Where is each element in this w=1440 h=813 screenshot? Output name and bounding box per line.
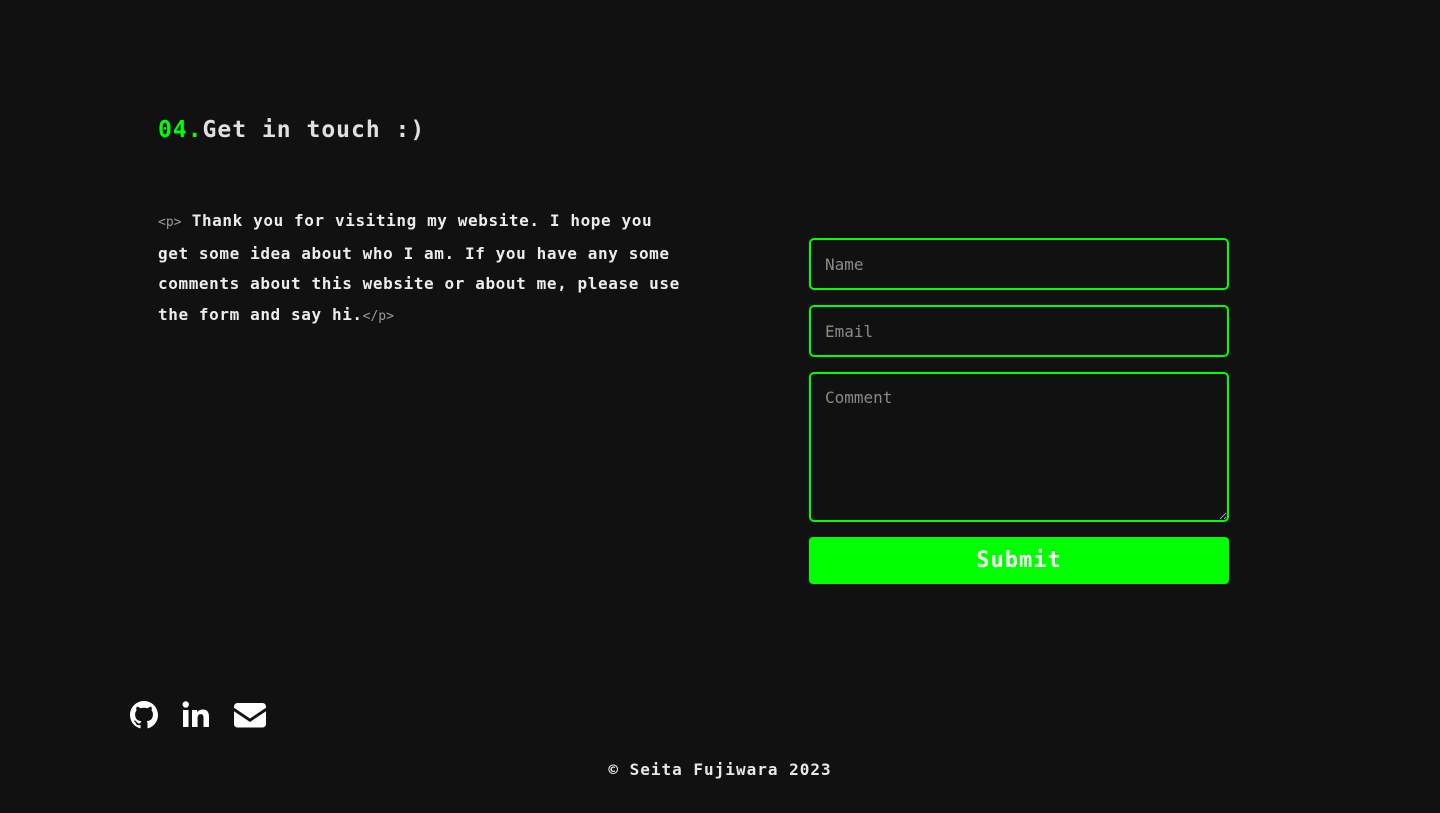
github-icon xyxy=(130,701,158,729)
linkedin-icon xyxy=(182,701,209,727)
envelope-icon xyxy=(234,703,266,728)
linkedin-link[interactable] xyxy=(182,700,210,730)
section-title: 04.Get in touch :) xyxy=(158,114,425,146)
name-input[interactable] xyxy=(809,238,1229,290)
social-links xyxy=(130,700,266,730)
section-number: 04. xyxy=(158,117,203,143)
open-p-tag: <p> xyxy=(158,215,182,230)
footer-copyright: © Seita Fujiwara 2023 xyxy=(608,760,832,779)
submit-button[interactable]: Submit xyxy=(809,537,1229,584)
contact-page: 04.Get in touch :) <p> Thank you for vis… xyxy=(0,0,1440,813)
intro-message: Thank you for visiting my website. I hop… xyxy=(158,211,680,325)
github-link[interactable] xyxy=(130,700,158,730)
section-heading: Get in touch :) xyxy=(202,117,426,143)
comment-textarea[interactable] xyxy=(809,372,1229,522)
email-input[interactable] xyxy=(809,305,1229,357)
email-link[interactable] xyxy=(234,700,266,730)
close-p-tag: </p> xyxy=(362,309,394,325)
intro-text: <p> Thank you for visiting my website. I… xyxy=(158,206,688,333)
contact-form: Submit xyxy=(809,238,1229,584)
